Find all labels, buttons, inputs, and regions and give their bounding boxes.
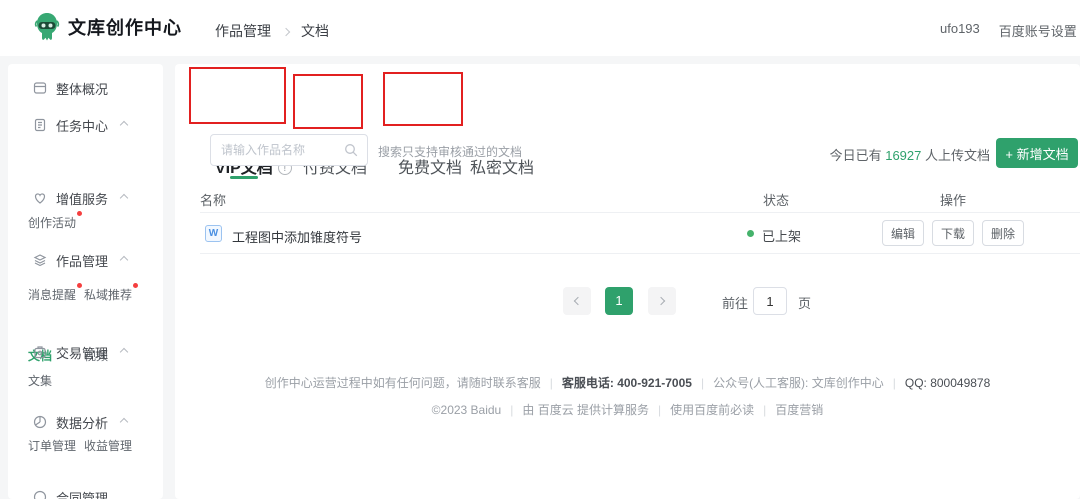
sidebar-subitem-private-recommend[interactable]: 私域推荐 — [84, 286, 132, 304]
goto-label: 前往 — [722, 293, 748, 312]
baidu-notice-link[interactable]: 使用百度前必读 — [670, 403, 754, 417]
sidebar-subitem-earnings[interactable]: 收益管理 — [84, 437, 132, 455]
notification-dot — [77, 283, 82, 288]
document-name[interactable]: 工程图中添加锥度符号 — [232, 227, 362, 246]
heart-icon — [33, 191, 47, 205]
column-header-actions: 操作 — [940, 190, 966, 209]
sidebar-item-works[interactable]: 作品管理 — [8, 248, 163, 272]
sidebar-item-label: 合同管理 — [56, 488, 108, 499]
sidebar-item-label: 交易管理 — [56, 343, 108, 362]
squid-mascot-icon — [34, 12, 60, 42]
trade-icon — [33, 345, 47, 359]
contract-icon — [33, 490, 47, 499]
goto-unit: 页 — [798, 293, 811, 312]
chevron-up-icon[interactable] — [120, 418, 128, 426]
magnifier-icon[interactable] — [344, 143, 358, 157]
task-icon — [33, 118, 47, 132]
download-button[interactable]: 下载 — [932, 220, 974, 246]
chevron-up-icon[interactable] — [120, 348, 128, 356]
app-logo[interactable]: 文库创作中心 — [34, 12, 182, 42]
sidebar-item-trade[interactable]: 交易管理 — [8, 340, 163, 364]
wechat-account: 公众号(人工客服): 文库创作中心 — [713, 376, 884, 390]
service-phone: 客服电话: 400-921-7005 — [562, 376, 692, 390]
header-user-area: ufo193 百度账号设置 退出 — [940, 21, 1080, 40]
sidebar-item-label: 整体概况 — [56, 79, 108, 98]
sidebar: 整体概况 任务中心 创作活动 增值服务 消息提醒 私域推荐 作品管理 文档 视频 — [8, 64, 163, 499]
search-hint: 搜索只支持审核通过的文档 — [378, 143, 522, 160]
sidebar-item-label: 数据分析 — [56, 413, 108, 432]
edit-button[interactable]: 编辑 — [882, 220, 924, 246]
qq-number: QQ: 800049878 — [905, 376, 990, 390]
status-badge: 已上架 — [762, 226, 801, 245]
chevron-right-icon — [657, 297, 665, 305]
annotation-box-paid-docs — [293, 74, 363, 129]
sidebar-item-overview[interactable]: 整体概况 — [8, 76, 163, 100]
chevron-up-icon[interactable] — [120, 256, 128, 264]
copyright: ©2023 Baidu — [432, 403, 502, 417]
active-tab-underline — [230, 176, 258, 179]
breadcrumb-current: 文档 — [301, 21, 329, 41]
username[interactable]: ufo193 — [940, 21, 980, 40]
sidebar-item-analytics[interactable]: 数据分析 — [8, 410, 163, 434]
sidebar-subitem-creation-activity[interactable]: 创作活动 — [28, 214, 76, 232]
sidebar-item-label: 作品管理 — [56, 251, 108, 270]
next-page-button[interactable] — [648, 287, 676, 315]
notification-dot — [77, 211, 82, 216]
chevron-left-icon — [574, 297, 582, 305]
status-dot — [747, 230, 754, 237]
upload-count: 16927 — [885, 148, 921, 163]
sidebar-item-value-services[interactable]: 增值服务 — [8, 186, 163, 210]
app-header: 文库创作中心 作品管理 文档 ufo193 百度账号设置 退出 — [0, 0, 1080, 56]
account-settings-link[interactable]: 百度账号设置 — [999, 21, 1077, 40]
table-divider — [200, 212, 1080, 213]
column-header-name: 名称 — [200, 190, 226, 209]
layers-icon — [33, 253, 47, 267]
goto-page-input[interactable] — [753, 287, 787, 315]
prev-page-button[interactable] — [563, 287, 591, 315]
chevron-up-icon[interactable] — [120, 121, 128, 129]
new-document-button[interactable]: + 新增文档 — [996, 138, 1078, 168]
main-panel: VIP文档 付费文档 免费文档 私密文档 搜索只支持审核通过的文档 今日已有 1… — [175, 64, 1080, 499]
footer-copyright-line: ©2023 Baidu|由 百度云 提供计算服务|使用百度前必读|百度营销 — [175, 401, 1080, 418]
breadcrumb: 作品管理 文档 — [215, 21, 329, 41]
column-header-status: 状态 — [763, 190, 789, 209]
pie-chart-icon — [33, 415, 47, 429]
row-divider — [200, 253, 1080, 254]
sidebar-subitem-orders[interactable]: 订单管理 — [28, 437, 76, 455]
sidebar-item-label: 增值服务 — [56, 189, 108, 208]
delete-button[interactable]: 删除 — [982, 220, 1024, 246]
chevron-right-icon — [282, 27, 290, 35]
logo-title: 文库创作中心 — [68, 14, 182, 40]
annotation-box-free-docs — [383, 72, 463, 126]
notification-dot — [133, 283, 138, 288]
page-number-active[interactable]: 1 — [605, 287, 633, 315]
breadcrumb-root[interactable]: 作品管理 — [215, 21, 271, 41]
footer-support-line: 创作中心运营过程中如有任何问题，请随时联系客服|客服电话: 400-921-70… — [175, 374, 1080, 391]
baidu-marketing-link[interactable]: 百度营销 — [775, 403, 823, 417]
sidebar-item-label: 任务中心 — [56, 116, 108, 135]
sidebar-subitem-message-reminder[interactable]: 消息提醒 — [28, 286, 76, 304]
sidebar-item-tasks[interactable]: 任务中心 — [8, 113, 163, 137]
upload-stat: 今日已有 16927 人上传文档 — [815, 145, 990, 164]
word-doc-icon: W — [205, 225, 222, 242]
sidebar-subitem-collections[interactable]: 文集 — [28, 372, 52, 390]
annotation-box-vip-docs — [189, 67, 286, 124]
sidebar-item-contracts[interactable]: 合同管理 — [8, 485, 163, 499]
chevron-up-icon[interactable] — [120, 194, 128, 202]
overview-icon — [33, 81, 47, 95]
